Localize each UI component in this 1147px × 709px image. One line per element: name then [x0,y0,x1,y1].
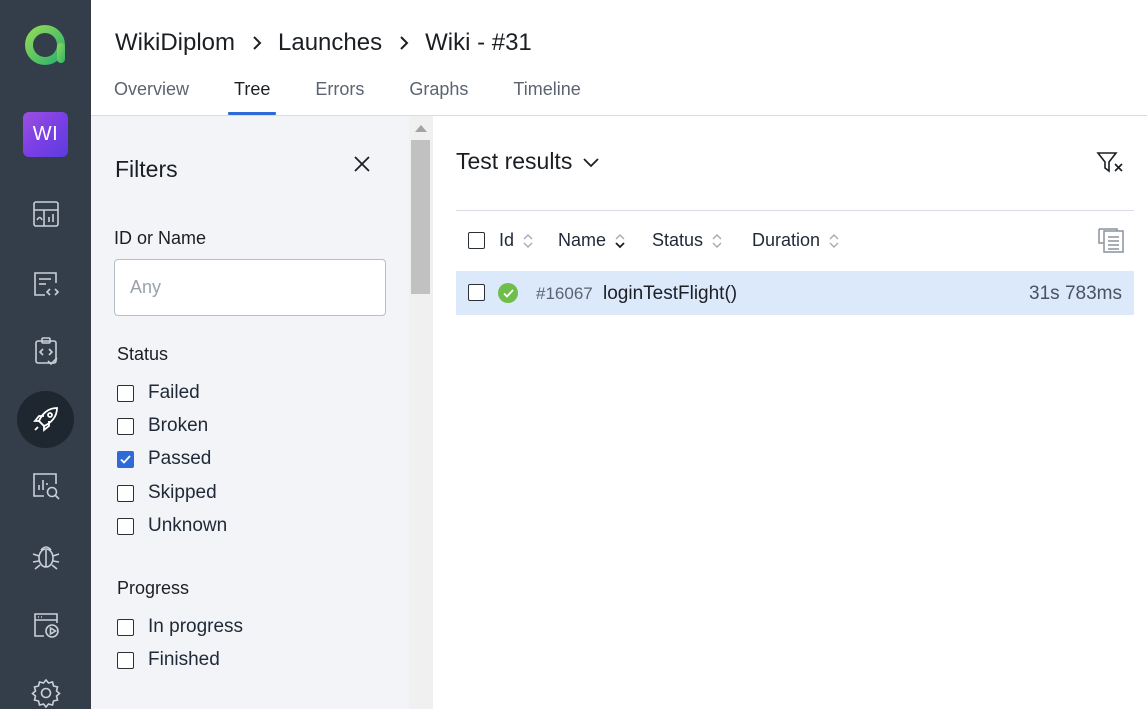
checkbox[interactable] [117,618,134,636]
filters-panel: Filters ID or Name Status Failed Broken … [91,116,409,709]
jobs-icon[interactable] [25,604,67,646]
results-divider [456,210,1134,211]
tab-timeline[interactable]: Timeline [513,78,580,115]
select-all-checkbox[interactable] [468,232,485,249]
checkbox[interactable] [117,651,134,669]
clear-filter-icon[interactable] [1096,150,1124,176]
launches-icon[interactable] [25,398,67,440]
column-label: Id [499,230,515,250]
close-icon[interactable] [352,154,372,174]
id-or-name-label: ID or Name [114,228,207,248]
chevron-right-icon [253,36,262,50]
status-filter-failed[interactable]: Failed [117,381,200,405]
project-avatar[interactable]: WI [23,112,68,157]
checkmark-icon [120,454,131,464]
test-duration: 31s 783ms [1029,283,1122,304]
checkbox[interactable] [117,484,134,502]
results-title: Test results [456,148,573,174]
results-title-dropdown[interactable]: Test results [456,148,600,175]
checkbox-checked[interactable] [117,450,134,468]
test-cases-icon[interactable] [25,263,67,305]
scrollbar-thumb[interactable] [411,140,430,294]
breadcrumb-project[interactable]: WikiDiplom [115,29,235,57]
status-filter-unknown[interactable]: Unknown [117,514,227,538]
progress-title: Progress [117,578,190,598]
row-checkbox[interactable] [468,284,485,301]
defects-icon[interactable] [25,535,67,577]
filters-scrollbar[interactable] [409,116,433,709]
checkbox-label: In progress [148,616,244,637]
progress-filter-in-progress[interactable]: In progress [117,615,243,639]
column-label: Duration [752,230,821,250]
sort-icon [523,233,533,248]
sort-desc-icon [615,233,625,248]
tab-overview[interactable]: Overview [114,78,189,115]
checkbox-label: Passed [148,448,212,469]
test-id: #16067 [536,284,593,303]
analytics-icon[interactable] [25,465,67,507]
checkbox-label: Unknown [148,515,228,536]
app-logo[interactable] [22,21,70,69]
scroll-up-arrow-icon[interactable] [415,125,427,132]
column-duration[interactable]: Duration [752,230,840,251]
table-header: Id Name Status Duration [456,226,1134,256]
test-plans-icon[interactable] [25,330,67,372]
settings-icon[interactable] [25,672,67,709]
launch-tabs: Overview Tree Errors Graphs Timeline [114,78,581,115]
column-label: Status [652,230,704,250]
test-name[interactable]: loginTestFlight() [603,283,737,305]
passed-status-icon [498,283,518,303]
progress-filter-finished[interactable]: Finished [117,648,220,672]
status-filter-skipped[interactable]: Skipped [117,481,217,505]
tab-graphs[interactable]: Graphs [409,78,468,115]
checkbox-label: Broken [148,415,209,436]
column-id[interactable]: Id [499,230,534,251]
tab-errors[interactable]: Errors [315,78,364,115]
status-title: Status [117,344,169,364]
status-filter-broken[interactable]: Broken [117,414,208,438]
checkbox-label: Skipped [148,482,217,503]
checkbox[interactable] [117,384,134,402]
filters-title: Filters [115,156,178,182]
breadcrumb-launches[interactable]: Launches [278,29,382,57]
column-settings-icon[interactable] [1097,227,1125,255]
checkbox[interactable] [117,417,134,435]
left-rail: WI [0,0,91,709]
column-name[interactable]: Name [558,230,626,251]
dashboards-icon[interactable] [25,193,67,235]
status-filter-passed[interactable]: Passed [117,447,211,471]
tab-tree[interactable]: Tree [227,78,277,115]
chevron-right-icon [400,36,409,50]
checkbox-label: Finished [148,649,220,670]
chevron-down-icon [583,157,599,167]
checkbox-label: Failed [148,382,200,403]
column-status[interactable]: Status [652,230,723,251]
sort-icon [829,233,839,248]
sort-icon [712,233,722,248]
column-label: Name [558,230,607,250]
breadcrumb-current-launch: Wiki - #31 [425,29,532,56]
breadcrumb: WikiDiplom Launches Wiki - #31 [115,28,532,58]
table-row[interactable]: #16067 loginTestFlight() 31s 783ms [456,271,1134,315]
checkbox[interactable] [117,517,134,535]
id-or-name-input[interactable] [114,259,386,316]
